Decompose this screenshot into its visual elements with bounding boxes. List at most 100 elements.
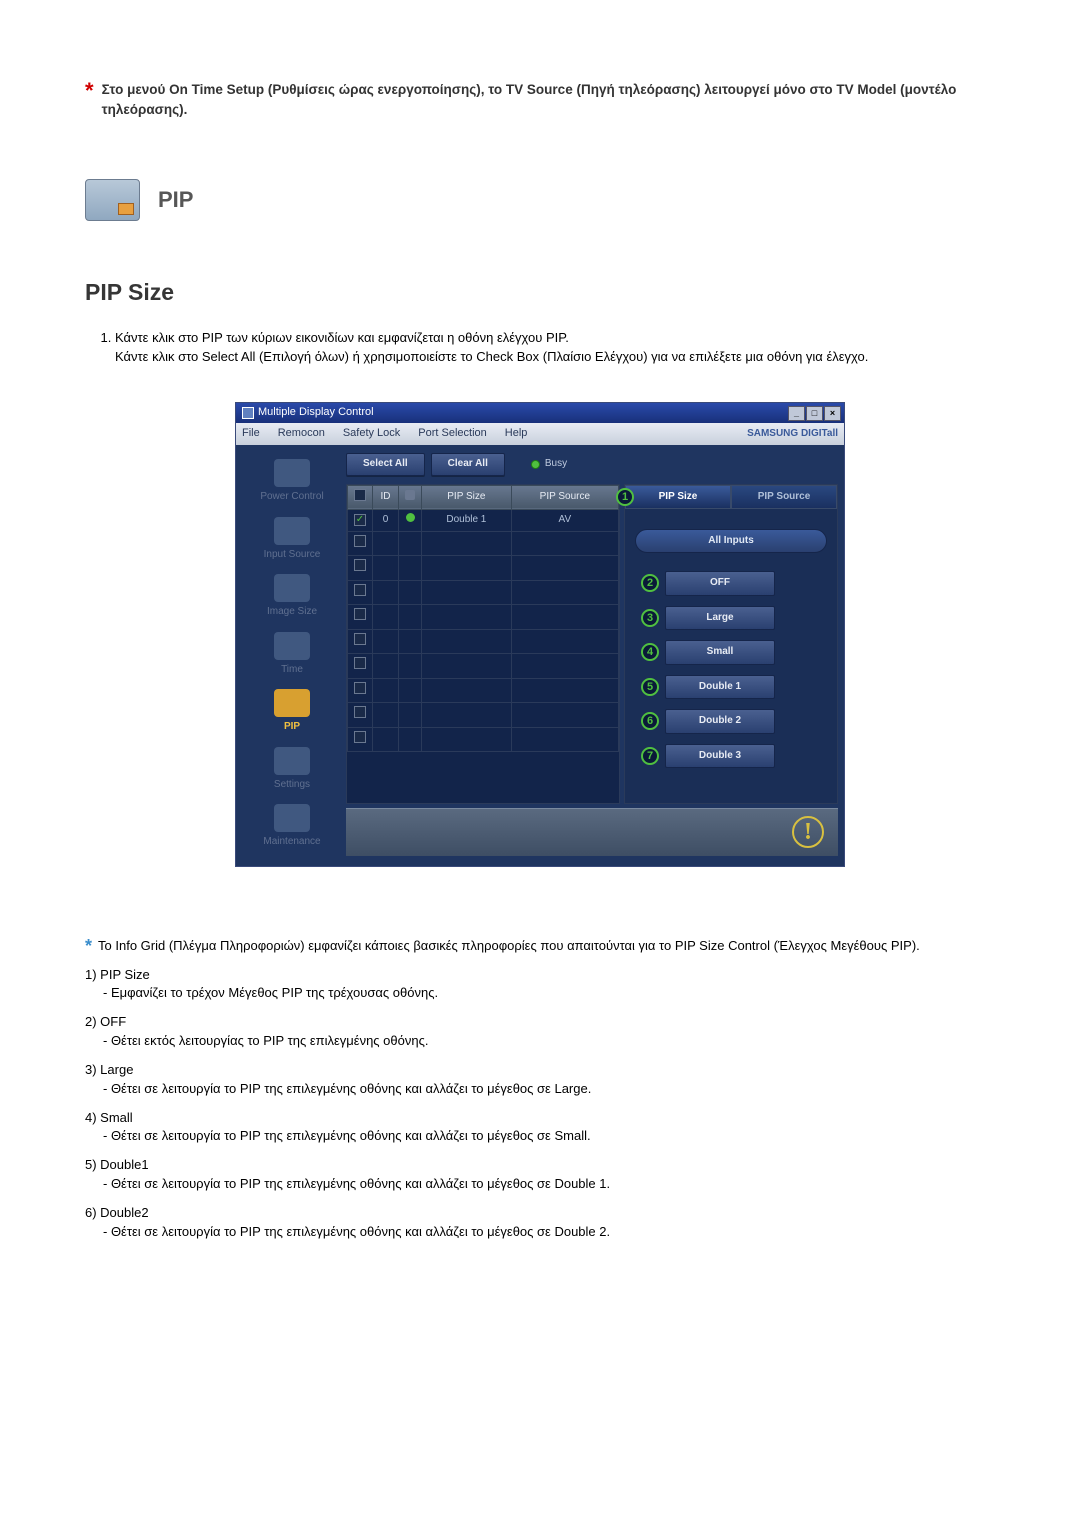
sidebar-item-imagesize[interactable]: Image Size bbox=[246, 572, 338, 626]
tab-pip-source[interactable]: PIP Source bbox=[731, 485, 837, 509]
select-all-button[interactable]: Select All bbox=[346, 453, 425, 476]
pip-size-button-double 2[interactable]: Double 2 bbox=[665, 709, 775, 734]
sidebar-item-power[interactable]: Power Control bbox=[246, 457, 338, 511]
row-checkbox[interactable] bbox=[354, 657, 366, 669]
cell-pipsize bbox=[422, 556, 512, 581]
cell-pipsource bbox=[511, 580, 618, 605]
callout-3: 3 bbox=[641, 609, 659, 627]
header-checkbox[interactable] bbox=[354, 489, 366, 501]
table-row[interactable] bbox=[348, 531, 619, 556]
cell-id bbox=[373, 556, 399, 581]
sidebar-item-pip[interactable]: PIP bbox=[246, 687, 338, 741]
table-row[interactable] bbox=[348, 703, 619, 728]
time-icon bbox=[274, 632, 310, 660]
row-checkbox[interactable] bbox=[354, 731, 366, 743]
row-checkbox[interactable] bbox=[354, 682, 366, 694]
row-checkbox[interactable] bbox=[354, 514, 366, 526]
all-inputs-header: All Inputs bbox=[635, 529, 827, 554]
table-row[interactable] bbox=[348, 605, 619, 630]
table-row[interactable]: 0Double 1AV bbox=[348, 510, 619, 532]
table-row[interactable] bbox=[348, 629, 619, 654]
sidebar-item-input[interactable]: Input Source bbox=[246, 515, 338, 569]
info-grid-note: * Το Info Grid (Πλέγμα Πληροφοριών) εμφα… bbox=[85, 937, 995, 956]
pip-icon bbox=[274, 689, 310, 717]
sidebar-item-settings[interactable]: Settings bbox=[246, 745, 338, 799]
pip-size-button-double 1[interactable]: Double 1 bbox=[665, 675, 775, 700]
cell-pipsource bbox=[511, 678, 618, 703]
cell-pipsize bbox=[422, 727, 512, 752]
info-icon[interactable]: ! bbox=[792, 816, 824, 848]
menu-remocon[interactable]: Remocon bbox=[278, 426, 325, 442]
menu-safetylock[interactable]: Safety Lock bbox=[343, 426, 400, 442]
definition-item: 6) Double2- Θέτει σε λειτουργία το PIP τ… bbox=[85, 1204, 995, 1242]
window-buttons: _ □ × bbox=[788, 406, 841, 421]
callout-4: 4 bbox=[641, 643, 659, 661]
settings-icon bbox=[274, 747, 310, 775]
pip-size-button-double 3[interactable]: Double 3 bbox=[665, 744, 775, 769]
pip-size-option: 6Double 2 bbox=[665, 709, 827, 734]
definitions-list: 1) PIP Size- Εμφανίζει το τρέχον Μέγεθος… bbox=[85, 966, 995, 1242]
row-checkbox[interactable] bbox=[354, 584, 366, 596]
row-checkbox[interactable] bbox=[354, 608, 366, 620]
menu-portselection[interactable]: Port Selection bbox=[418, 426, 486, 442]
asterisk-icon: * bbox=[85, 80, 94, 102]
table-row[interactable] bbox=[348, 678, 619, 703]
menu-file[interactable]: File bbox=[242, 426, 260, 442]
toolbar: Select All Clear All Busy bbox=[346, 451, 838, 480]
table-row[interactable] bbox=[348, 727, 619, 752]
app-window: Multiple Display Control _ □ × File Remo… bbox=[235, 402, 845, 867]
lower-notes: * Το Info Grid (Πλέγμα Πληροφοριών) εμφα… bbox=[85, 937, 995, 1242]
menu-help[interactable]: Help bbox=[505, 426, 528, 442]
cell-pipsize bbox=[422, 629, 512, 654]
tab-pip-size[interactable]: 1 PIP Size bbox=[625, 485, 731, 509]
cell-pipsource bbox=[511, 703, 618, 728]
cell-id bbox=[373, 629, 399, 654]
maximize-button[interactable]: □ bbox=[806, 406, 823, 421]
intro-item: Κάντε κλικ στο PIP των κύριων εικονιδίων… bbox=[115, 329, 995, 367]
sidebar-item-maintenance[interactable]: Maintenance bbox=[246, 802, 338, 856]
table-row[interactable] bbox=[348, 556, 619, 581]
definition-desc: - Εμφανίζει το τρέχον Μέγεθος PIP της τρ… bbox=[103, 984, 995, 1003]
row-checkbox[interactable] bbox=[354, 559, 366, 571]
clear-all-button[interactable]: Clear All bbox=[431, 453, 505, 476]
power-icon bbox=[274, 459, 310, 487]
cell-pipsize bbox=[422, 605, 512, 630]
window-title: Multiple Display Control bbox=[242, 405, 374, 421]
minimize-button[interactable]: _ bbox=[788, 406, 805, 421]
definition-term: 6) Double2 bbox=[85, 1204, 995, 1223]
window-titlebar: Multiple Display Control _ □ × bbox=[236, 403, 844, 423]
definition-desc: - Θέτει σε λειτουργία το PIP της επιλεγμ… bbox=[103, 1175, 995, 1194]
cell-id bbox=[373, 605, 399, 630]
cell-status bbox=[399, 605, 422, 630]
cell-id bbox=[373, 703, 399, 728]
cell-id bbox=[373, 531, 399, 556]
definition-desc: - Θέτει σε λειτουργία το PIP της επιλεγμ… bbox=[103, 1127, 995, 1146]
callout-6: 6 bbox=[641, 712, 659, 730]
pip-size-button-off[interactable]: OFF bbox=[665, 571, 775, 596]
cell-pipsize bbox=[422, 580, 512, 605]
row-checkbox[interactable] bbox=[354, 706, 366, 718]
cell-status bbox=[399, 678, 422, 703]
sidebar: Power Control Input Source Image Size Ti… bbox=[242, 451, 342, 856]
callout-7: 7 bbox=[641, 747, 659, 765]
pip-size-button-small[interactable]: Small bbox=[665, 640, 775, 665]
sidebar-item-time[interactable]: Time bbox=[246, 630, 338, 684]
row-checkbox[interactable] bbox=[354, 633, 366, 645]
cell-id bbox=[373, 727, 399, 752]
cell-status bbox=[399, 556, 422, 581]
cell-pipsource: AV bbox=[511, 510, 618, 532]
table-row[interactable] bbox=[348, 654, 619, 679]
close-button[interactable]: × bbox=[824, 406, 841, 421]
definition-term: 2) OFF bbox=[85, 1013, 995, 1032]
cell-pipsource bbox=[511, 556, 618, 581]
status-ok-icon bbox=[406, 513, 415, 522]
pip-size-button-large[interactable]: Large bbox=[665, 606, 775, 631]
cell-pipsize bbox=[422, 678, 512, 703]
table-row[interactable] bbox=[348, 580, 619, 605]
callout-5: 5 bbox=[641, 678, 659, 696]
row-checkbox[interactable] bbox=[354, 535, 366, 547]
app-icon bbox=[242, 407, 254, 419]
cell-pipsize bbox=[422, 531, 512, 556]
definition-term: 4) Small bbox=[85, 1109, 995, 1128]
definition-desc: - Θέτει σε λειτουργία το PIP της επιλεγμ… bbox=[103, 1080, 995, 1099]
